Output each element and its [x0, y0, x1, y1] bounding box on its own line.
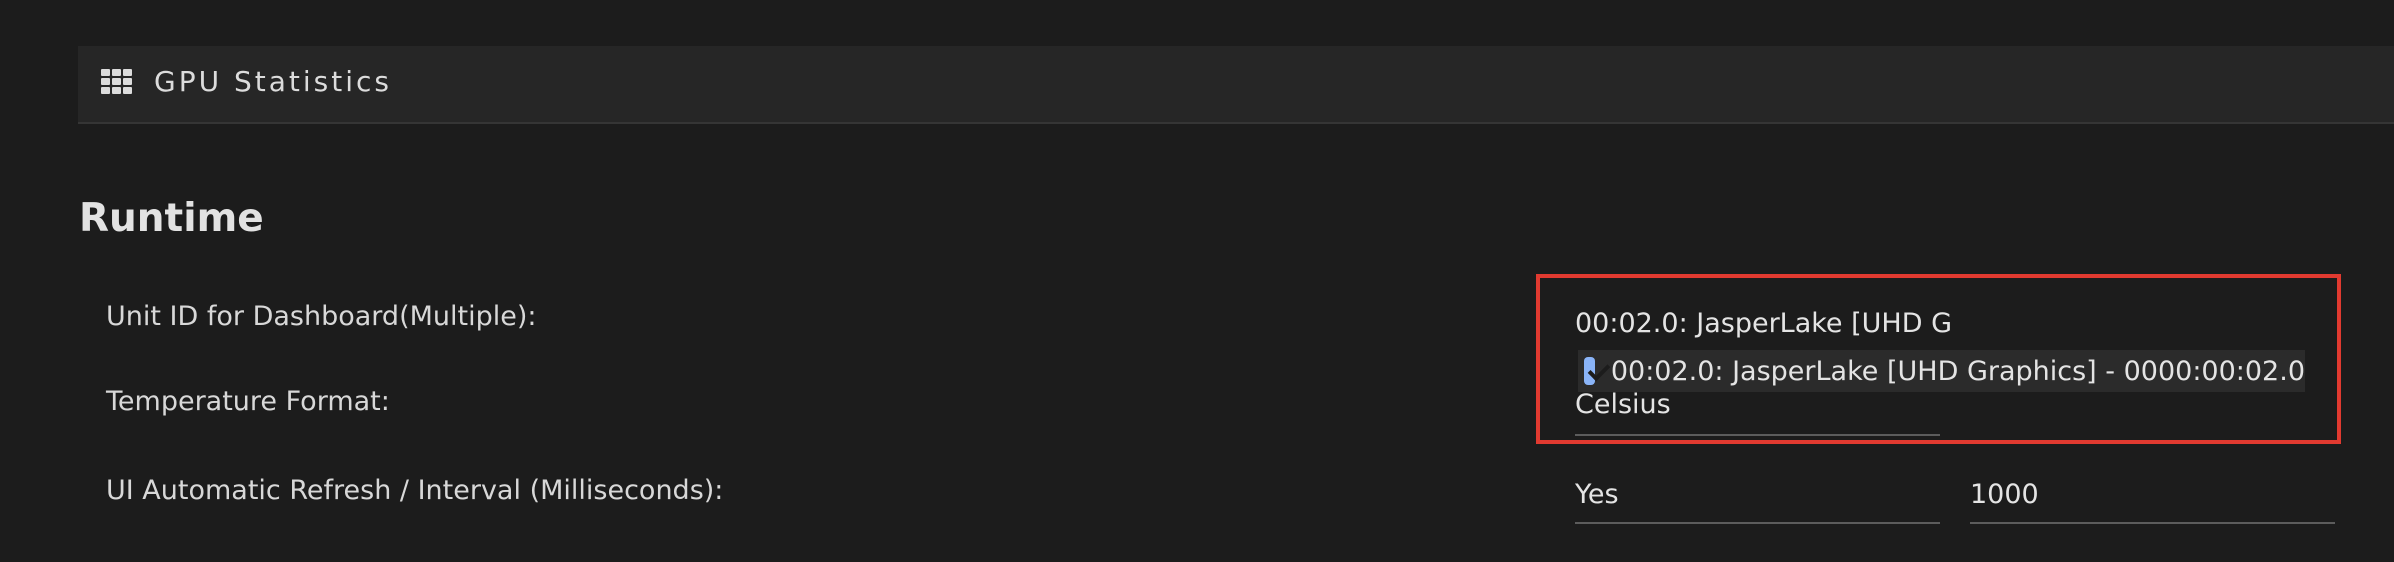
page-title: GPU Statistics [154, 65, 392, 98]
section-header-bar: GPU Statistics [78, 46, 2394, 124]
refresh-interval-input[interactable]: 1000 [1970, 479, 2039, 510]
auto-refresh-select[interactable]: Yes [1575, 479, 1619, 510]
refresh-interval-label: UI Automatic Refresh / Interval (Millise… [106, 475, 724, 506]
highlight-box [1536, 274, 2341, 444]
section-title-runtime: Runtime [79, 196, 264, 241]
unit-id-label: Unit ID for Dashboard(Multiple): [106, 301, 537, 332]
grid-icon [101, 69, 132, 94]
refresh-interval-underline [1970, 522, 2335, 524]
auto-refresh-underline [1575, 522, 1940, 524]
temperature-format-label: Temperature Format: [106, 386, 390, 417]
